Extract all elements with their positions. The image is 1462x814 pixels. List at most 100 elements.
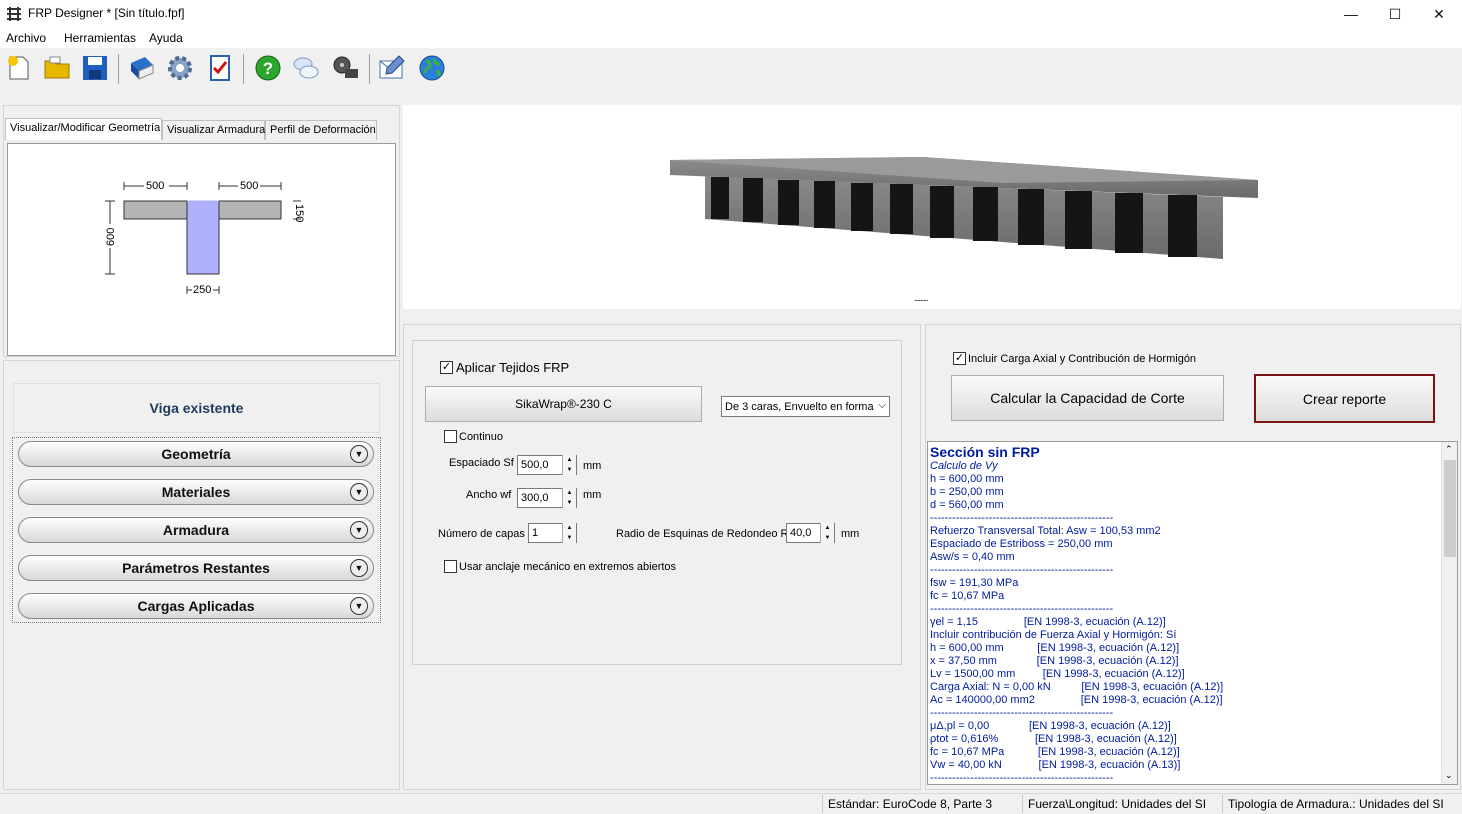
mechanical-anchor-label: Usar anclaje mecánico en extremos abiert… (459, 560, 677, 573)
layers-value: 1 (532, 527, 539, 539)
frp-product-button[interactable]: SikaWrap®-230 C (425, 386, 702, 422)
radius-unit: mm (841, 528, 860, 540)
geometry-canvas: 500 500 150 600 250 (7, 143, 396, 356)
dim-height: 600 (105, 227, 117, 246)
toolbar: ? (0, 48, 1462, 90)
layers-label: Número de capas (438, 528, 525, 540)
close-button[interactable]: ✕ (1416, 0, 1462, 28)
chevron-down-icon: ▼ (350, 483, 368, 501)
layers-input[interactable]: 1 ▲ ▼ (528, 523, 577, 543)
status-separator (822, 795, 823, 813)
checkbox-box[interactable]: ✓ (440, 361, 453, 374)
width-value: 300,0 (521, 492, 549, 504)
report-output[interactable]: Sección sin FRP Calculo de Vy h = 600,00 m… (927, 441, 1458, 785)
accordion-label: Parámetros Restantes (122, 560, 270, 576)
tab-perfil-deformacion[interactable]: Perfil de Deformación (265, 120, 377, 140)
chat-icon[interactable] (290, 52, 322, 84)
menu-bar: Archivo Herramientas Ayuda (0, 28, 1462, 48)
mechanical-anchor-checkbox[interactable]: Usar anclaje mecánico en extremos abiert… (444, 560, 676, 573)
chevron-down-icon: ▼ (350, 445, 368, 463)
beam-3d-drawing (670, 157, 1258, 259)
scrollbar-thumb[interactable] (1444, 460, 1456, 557)
scroll-up-icon[interactable]: ⌃ (1445, 444, 1453, 455)
report-line: h = 600,00 mm (930, 473, 1004, 485)
menu-ayuda[interactable]: Ayuda (149, 31, 183, 45)
checkbox-box[interactable] (444, 560, 457, 573)
report-line: ----------------------------------------… (930, 603, 1114, 615)
app-logo-icon (7, 7, 21, 21)
status-rebar-units: Tipología de Armadura.: Unidades del SI (1228, 797, 1444, 811)
radius-input[interactable]: 40,0 ▲ ▼ (786, 523, 835, 543)
create-report-button[interactable]: Crear reporte (1254, 374, 1435, 423)
chevron-down-icon: ▼ (350, 559, 368, 577)
dim-flange-thickness: 150 (293, 204, 305, 223)
tab-visualizar-geometria[interactable]: Visualizar/Modificar Geometría (5, 118, 162, 140)
continuous-checkbox[interactable]: Continuo (444, 430, 503, 443)
beam-3d-viewer[interactable]: ......... (403, 105, 1461, 309)
report-scrollbar[interactable]: ⌃ ⌄ (1441, 442, 1457, 784)
spacing-label: Espaciado Sf (449, 457, 514, 469)
calculate-shear-capacity-button[interactable]: Calcular la Capacidad de Corte (951, 375, 1224, 421)
gear-icon[interactable] (164, 52, 196, 84)
axial-load-checkbox[interactable]: ✓ Incluir Carga Axial y Contribución de … (953, 352, 1196, 365)
menu-herramientas[interactable]: Herramientas (64, 31, 136, 45)
apply-frp-label: Aplicar Tejidos FRP (456, 360, 570, 375)
checklist-icon[interactable] (204, 52, 236, 84)
accordion-parametros-restantes[interactable]: Parámetros Restantes ▼ (18, 555, 374, 581)
window-title: FRP Designer * [Sin título.fpf] (28, 6, 185, 20)
chevron-down-icon: ▼ (350, 597, 368, 615)
section-title: Viga existente (13, 383, 380, 433)
open-folder-icon[interactable] (41, 52, 73, 84)
report-line: fsw = 191,30 MPa (930, 577, 1019, 589)
checkbox-box[interactable] (444, 430, 457, 443)
chevron-down-icon: ▼ (350, 521, 368, 539)
report-line: Calculo de Vy (930, 460, 998, 472)
book-icon[interactable] (126, 52, 158, 84)
frp-configuration-select[interactable]: De 3 caras, Envuelto en forma ⌵ (721, 396, 890, 417)
width-label: Ancho wf (466, 489, 512, 501)
minimize-button[interactable]: — (1328, 0, 1374, 28)
spinner-arrows-icon[interactable]: ▲ ▼ (562, 455, 576, 475)
toolbar-separator (369, 54, 370, 84)
dim-flange-left: 500 (146, 180, 165, 192)
tab-visualizar-armadura[interactable]: Visualizar Armadura (162, 120, 265, 140)
dim-flange-right: 500 (240, 180, 259, 192)
accordion-materiales[interactable]: Materiales ▼ (18, 479, 374, 505)
status-separator (1222, 795, 1223, 813)
help-icon[interactable]: ? (252, 52, 284, 84)
accordion-cargas-aplicadas[interactable]: Cargas Aplicadas ▼ (18, 593, 374, 619)
report-line: ρtot = 0,616% [EN 1998-3, ecuación (A.12… (930, 733, 1177, 745)
radius-label: Radio de Esquinas de Redondeo R (616, 528, 789, 540)
title-bar: FRP Designer * [Sin título.fpf] — ☐ ✕ (0, 0, 1462, 28)
report-line: Sección sin FRP (930, 444, 1040, 460)
spacing-input[interactable]: 500,0 ▲ ▼ (517, 455, 577, 475)
apply-frp-checkbox[interactable]: ✓ Aplicar Tejidos FRP (440, 360, 569, 375)
spinner-arrows-icon[interactable]: ▲ ▼ (562, 488, 576, 508)
mail-icon[interactable] (376, 52, 408, 84)
report-line: ----------------------------------------… (930, 772, 1114, 784)
film-icon[interactable] (330, 52, 362, 84)
save-icon[interactable] (79, 52, 111, 84)
spinner-arrows-icon[interactable]: ▲ ▼ (562, 523, 576, 543)
continuous-label: Continuo (459, 430, 504, 443)
maximize-button[interactable]: ☐ (1372, 0, 1418, 28)
select-value: De 3 caras, Envuelto en forma (725, 401, 874, 413)
dim-web-width: 250 (193, 284, 212, 296)
accordion-armadura[interactable]: Armadura ▼ (18, 517, 374, 543)
svg-text:?: ? (263, 59, 273, 78)
accordion-label: Cargas Aplicadas (137, 598, 255, 614)
menu-archivo[interactable]: Archivo (6, 31, 46, 45)
spacing-value: 500,0 (521, 459, 549, 471)
accordion-label: Armadura (162, 522, 230, 538)
new-file-icon[interactable] (3, 52, 35, 84)
spinner-arrows-icon[interactable]: ▲ ▼ (820, 523, 834, 543)
chevron-down-icon: ⌵ (878, 400, 886, 411)
width-input[interactable]: 300,0 ▲ ▼ (517, 488, 577, 508)
checkbox-box[interactable]: ✓ (953, 352, 966, 365)
globe-icon[interactable] (416, 52, 448, 84)
scroll-down-icon[interactable]: ⌄ (1445, 770, 1453, 781)
status-units: Fuerza\Longitud: Unidades del SI (1028, 797, 1207, 811)
viewer-splitter-handle[interactable]: ......... (914, 293, 928, 303)
accordion-geometria[interactable]: Geometría ▼ (18, 441, 374, 467)
t-section-drawing (105, 182, 301, 294)
